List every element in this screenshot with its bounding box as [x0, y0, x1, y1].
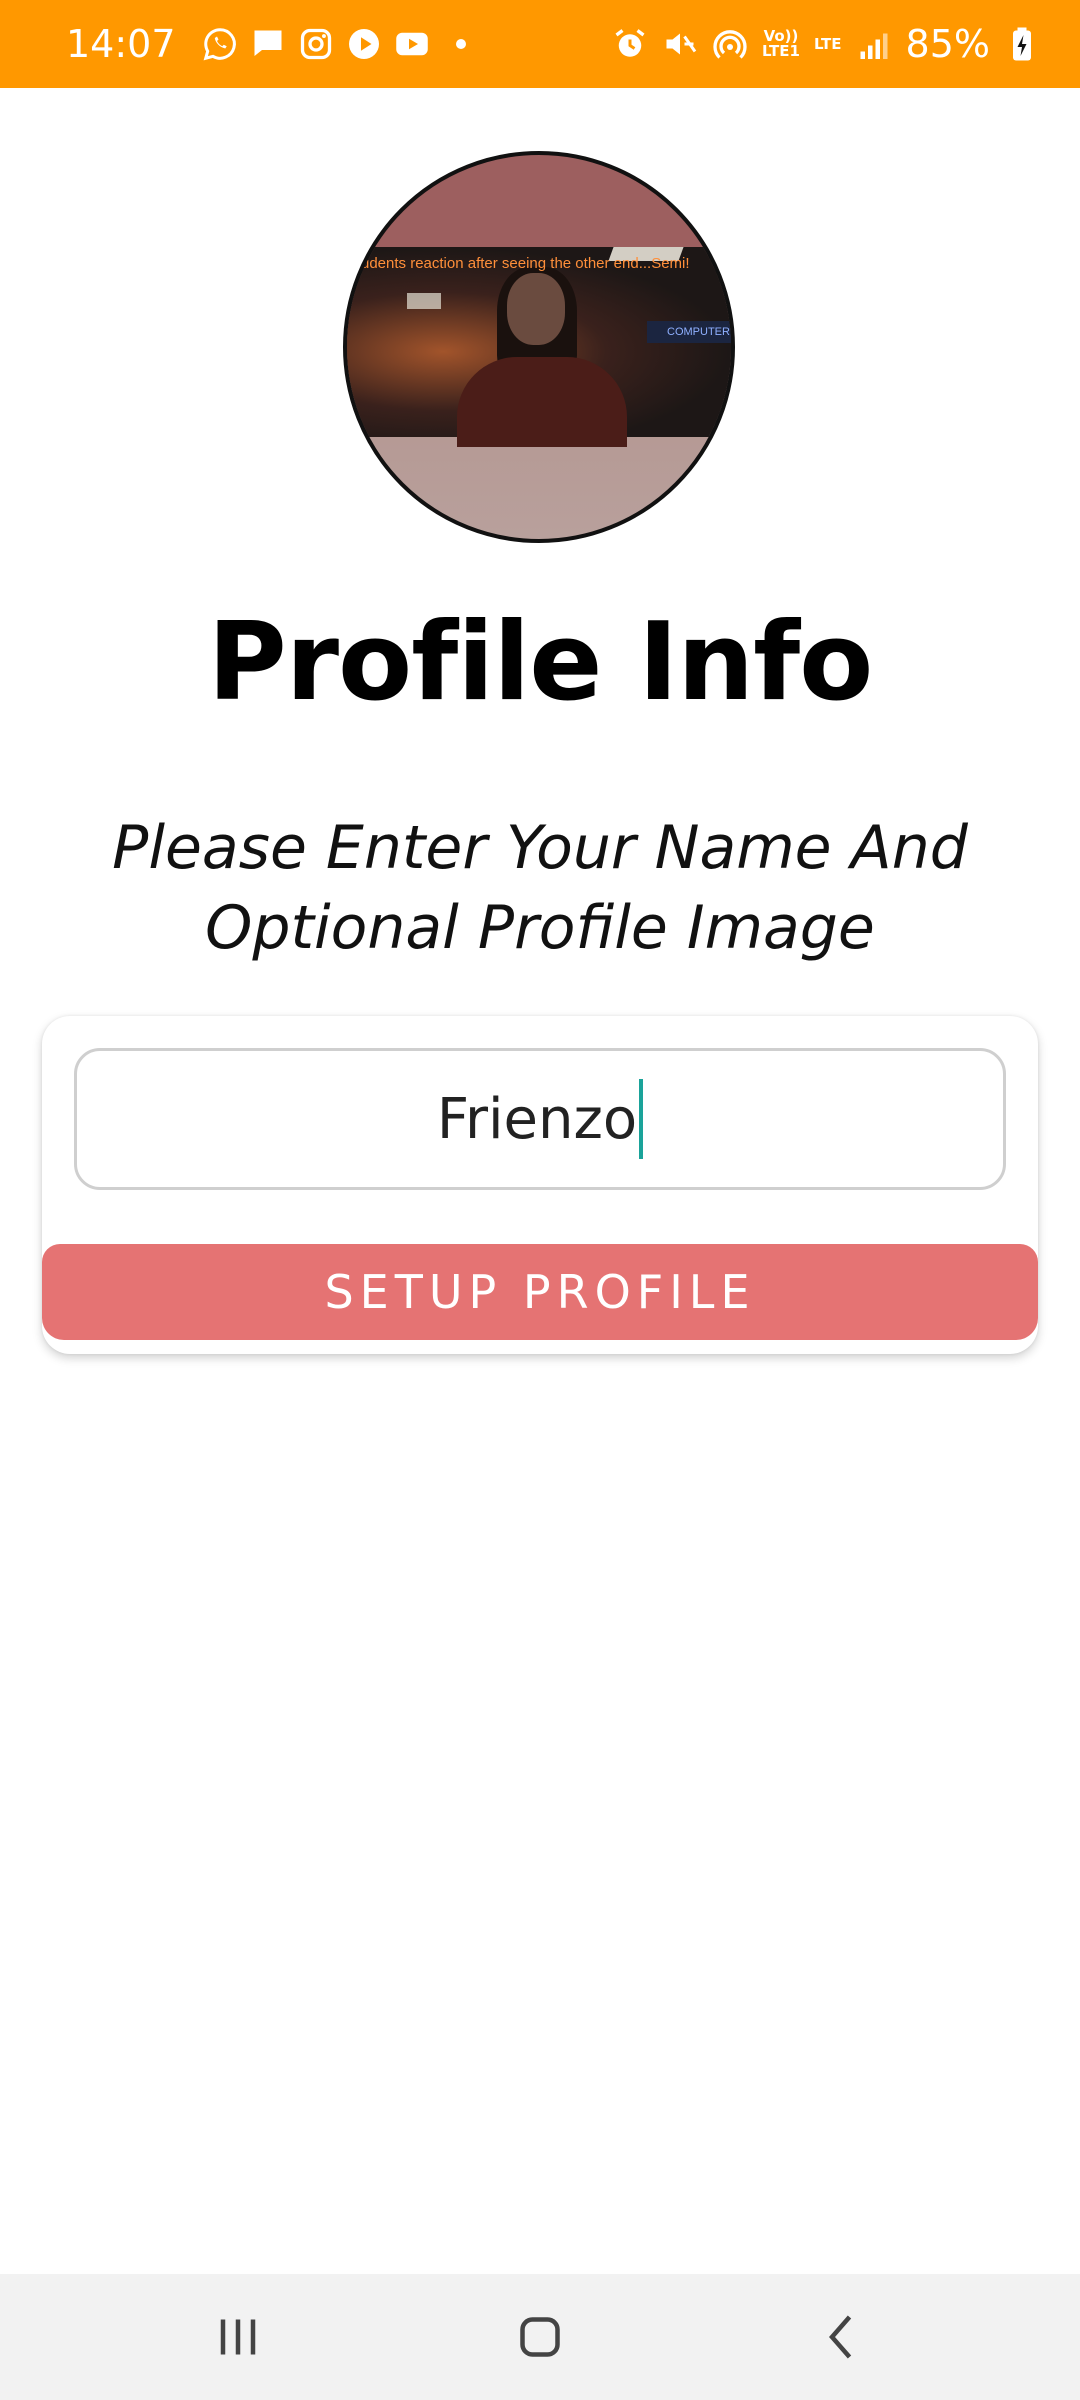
battery-percentage: 85% — [905, 22, 990, 66]
profile-image-photo: COMPUTER udents reaction after seeing th… — [347, 247, 731, 447]
home-button[interactable] — [460, 2274, 620, 2400]
hotspot-icon — [712, 26, 748, 62]
profile-image[interactable]: COMPUTER udents reaction after seeing th… — [343, 151, 735, 543]
youtube-icon — [394, 26, 430, 62]
status-left: 14:07 — [66, 22, 466, 66]
page-subtitle: Please Enter Your Name And Optional Prof… — [112, 813, 968, 963]
status-right: Vo)) LTE1 LTE 85% — [612, 22, 1040, 66]
more-notifications-dot — [455, 39, 466, 49]
whatsapp-icon — [202, 26, 238, 62]
play-icon — [346, 26, 382, 62]
status-bar: 14:07 Vo)) LTE1 LTE 85% — [0, 0, 1080, 88]
photo-figure-head — [507, 273, 565, 345]
battery-charging-icon — [1004, 26, 1040, 62]
profile-form-card: Frienzo SETUP PROFILE — [42, 1016, 1038, 1354]
text-cursor — [639, 1079, 644, 1159]
photo-figure-body — [457, 357, 627, 447]
message-icon — [250, 26, 286, 62]
photo-sign: COMPUTER — [647, 321, 731, 343]
recent-apps-icon — [220, 2319, 256, 2355]
back-icon — [829, 2315, 852, 2359]
photo-caption: udents reaction after seeing the other e… — [361, 255, 690, 272]
status-time: 14:07 — [66, 22, 176, 66]
recent-apps-button[interactable] — [158, 2274, 318, 2400]
lte-label: LTE — [813, 34, 842, 53]
home-icon — [520, 2317, 560, 2357]
lte1-label: LTE1 — [761, 42, 800, 60]
back-button[interactable] — [762, 2274, 922, 2400]
instagram-icon — [298, 26, 334, 62]
name-input-value: Frienzo — [436, 1086, 638, 1152]
photo-ceiling-light — [407, 293, 441, 309]
signal-icon — [856, 26, 892, 62]
navigation-bar — [0, 2274, 1080, 2400]
setup-profile-button[interactable]: SETUP PROFILE — [42, 1244, 1038, 1340]
page-title: Profile Info — [207, 600, 874, 725]
name-input[interactable]: Frienzo — [74, 1048, 1006, 1190]
network-type: Vo)) LTE1 — [762, 29, 800, 59]
mute-icon — [662, 26, 698, 62]
alarm-icon — [612, 26, 648, 62]
